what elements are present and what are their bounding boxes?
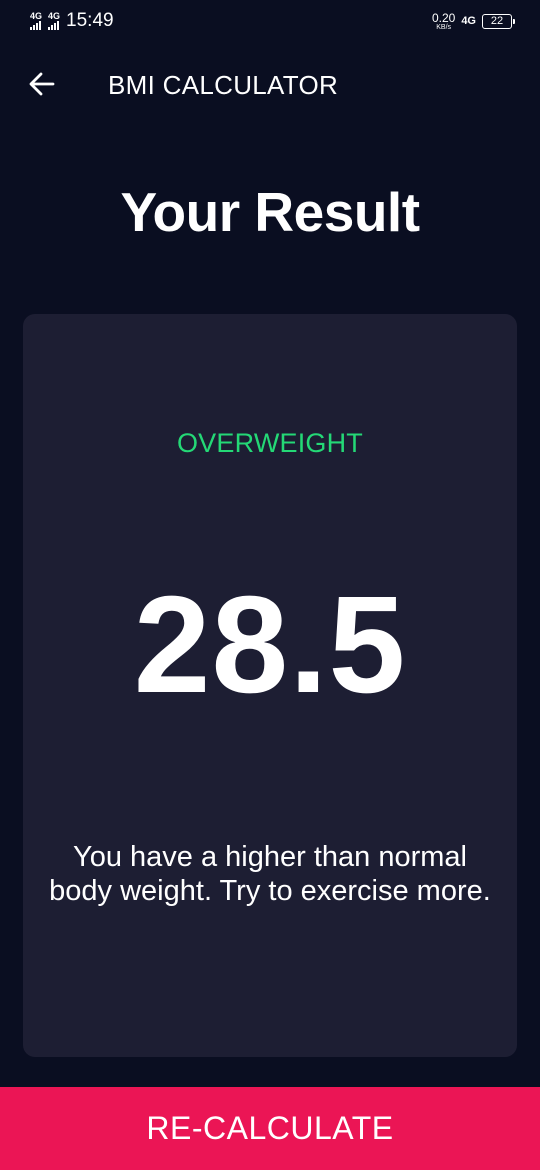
status-bar: 4G 4G 15:49 0.20 KB/s 4G 22 xyxy=(0,0,540,42)
status-time: 15:49 xyxy=(66,10,114,31)
arrow-left-icon xyxy=(29,72,55,96)
status-left: 4G 4G 15:49 xyxy=(30,10,114,32)
battery-level: 22 xyxy=(490,15,504,27)
sim2-network-label: 4G xyxy=(48,11,61,21)
result-status: OVERWEIGHT xyxy=(176,428,364,458)
sim1-signal-icon: 4G xyxy=(30,12,42,30)
result-advice: You have a higher than normal body weigh… xyxy=(49,841,491,907)
page-title: Your Result xyxy=(120,181,420,243)
network-speed: 0.20 KB/s xyxy=(432,12,455,31)
app-title: BMI CALCULATOR xyxy=(108,70,339,100)
app-bar: BMI CALCULATOR xyxy=(0,42,540,128)
sim2-signal-icon: 4G xyxy=(48,12,60,30)
sim1-network-label: 4G xyxy=(30,11,43,21)
network-speed-unit: KB/s xyxy=(436,23,452,31)
bmi-value: 28.5 xyxy=(133,568,407,722)
battery-icon: 22 xyxy=(482,13,515,29)
back-button[interactable] xyxy=(28,70,56,98)
status-right: 0.20 KB/s 4G 22 xyxy=(432,12,515,31)
network-speed-value: 0.20 xyxy=(431,10,456,25)
recalculate-button[interactable]: RE-CALCULATE xyxy=(0,1087,540,1170)
result-card: OVERWEIGHT 28.5 You have a higher than n… xyxy=(23,314,517,1057)
data-type-icon: 4G xyxy=(461,15,476,27)
